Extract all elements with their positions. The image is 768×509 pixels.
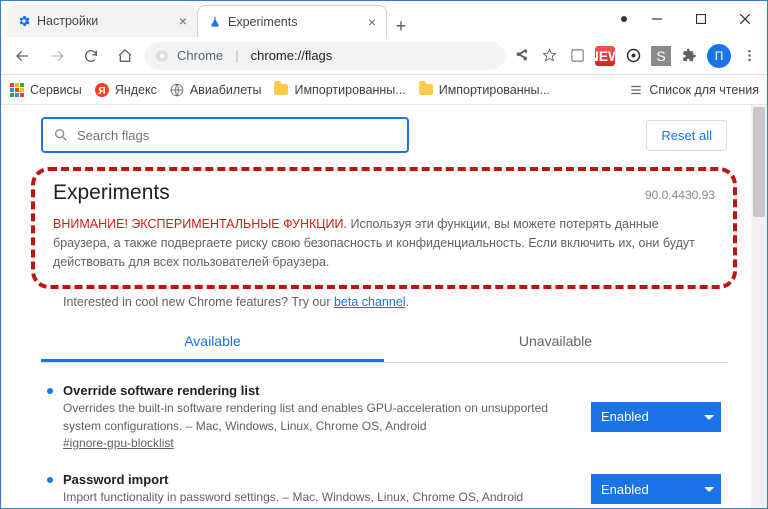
bookmark-label: Авиабилеты bbox=[190, 83, 262, 97]
reload-button[interactable] bbox=[77, 42, 105, 70]
url-separator: | bbox=[235, 48, 238, 63]
tab-available[interactable]: Available bbox=[41, 323, 384, 362]
flag-title: Password import bbox=[63, 472, 571, 487]
warning-text: ВНИМАНИЕ! ЭКСПЕРИМЕНТАЛЬНЫЕ ФУНКЦИИ. Исп… bbox=[53, 215, 715, 271]
flag-state-select[interactable]: Enabled bbox=[591, 402, 721, 432]
address-bar[interactable]: Chrome | chrome://flags bbox=[145, 42, 505, 70]
flags-tabs: Available Unavailable bbox=[41, 323, 727, 363]
flag-row: Password import Import functionality in … bbox=[41, 472, 727, 506]
bookmark-folder-2[interactable]: Импортированны... bbox=[418, 82, 550, 98]
tab-unavailable[interactable]: Unavailable bbox=[384, 323, 727, 362]
title-bar: Настройки × Experiments × + bbox=[1, 1, 767, 37]
star-icon[interactable] bbox=[539, 46, 559, 66]
yandex-icon: Я bbox=[94, 82, 110, 98]
chrome-icon bbox=[155, 49, 169, 63]
extension-circle-icon[interactable] bbox=[623, 46, 643, 66]
close-window-button[interactable] bbox=[723, 4, 767, 34]
browser-tab-settings[interactable]: Настройки × bbox=[7, 5, 197, 37]
account-dot-icon bbox=[621, 16, 627, 22]
svg-text:Я: Я bbox=[98, 86, 105, 97]
apps-icon bbox=[9, 82, 25, 98]
url-path: chrome://flags bbox=[251, 48, 333, 63]
reading-list[interactable]: Список для чтения bbox=[629, 83, 759, 97]
bookmark-label: Яндекс bbox=[115, 83, 157, 97]
page-content: Reset all Experiments 90.0.4430.93 ВНИМА… bbox=[1, 105, 767, 508]
reset-all-button[interactable]: Reset all bbox=[646, 120, 727, 151]
search-flags-input[interactable] bbox=[77, 128, 397, 143]
search-icon bbox=[53, 127, 69, 143]
beta-prompt: Interested in cool new Chrome features? … bbox=[63, 295, 727, 309]
bookmark-yandex[interactable]: Я Яндекс bbox=[94, 82, 157, 98]
bookmark-folder-1[interactable]: Импортированны... bbox=[273, 82, 405, 98]
reading-list-label: Список для чтения bbox=[649, 83, 759, 97]
beta-channel-link[interactable]: beta channel bbox=[334, 295, 406, 309]
menu-button[interactable] bbox=[739, 46, 759, 66]
extensions-puzzle-icon[interactable] bbox=[679, 46, 699, 66]
new-tab-button[interactable]: + bbox=[387, 16, 415, 37]
bookmarks-bar: Сервисы Я Яндекс Авиабилеты Импортирован… bbox=[1, 75, 767, 105]
window-controls bbox=[621, 1, 767, 37]
profile-avatar[interactable]: П bbox=[707, 44, 731, 68]
tab-strip: Настройки × Experiments × + bbox=[1, 1, 621, 37]
bookmark-services[interactable]: Сервисы bbox=[9, 82, 82, 98]
url-host: Chrome bbox=[177, 48, 223, 63]
home-button[interactable] bbox=[111, 42, 139, 70]
scrollbar[interactable] bbox=[751, 105, 767, 508]
flag-state-select[interactable]: Enabled bbox=[591, 474, 721, 504]
beta-text: Interested in cool new Chrome features? … bbox=[63, 295, 334, 309]
back-button[interactable] bbox=[9, 42, 37, 70]
flag-description: Import functionality in password setting… bbox=[63, 489, 571, 506]
bookmark-label: Сервисы bbox=[30, 83, 82, 97]
toolbar: Chrome | chrome://flags NEW S П bbox=[1, 37, 767, 75]
toolbar-icons: NEW S П bbox=[511, 44, 759, 68]
flag-hash-link[interactable]: #ignore-gpu-blocklist bbox=[63, 436, 174, 450]
bookmark-label: Импортированны... bbox=[294, 83, 405, 97]
new-badge-icon[interactable]: NEW bbox=[595, 46, 615, 66]
close-tab-icon[interactable]: × bbox=[179, 14, 187, 28]
folder-icon bbox=[273, 82, 289, 98]
folder-icon bbox=[418, 82, 434, 98]
maximize-button[interactable] bbox=[679, 4, 723, 34]
extension-s-icon[interactable]: S bbox=[651, 46, 671, 66]
bullet-icon bbox=[47, 477, 53, 483]
browser-tab-experiments[interactable]: Experiments × bbox=[197, 5, 387, 37]
search-flags-box[interactable] bbox=[41, 117, 409, 153]
minimize-button[interactable] bbox=[635, 4, 679, 34]
gear-icon bbox=[17, 14, 31, 28]
flag-description: Overrides the built-in software renderin… bbox=[63, 400, 571, 435]
bookmark-aviabilets[interactable]: Авиабилеты bbox=[169, 82, 262, 98]
flag-row: Override software rendering list Overrid… bbox=[41, 383, 727, 450]
page-title: Experiments bbox=[53, 181, 170, 205]
flask-icon bbox=[208, 15, 222, 29]
globe-icon bbox=[169, 82, 185, 98]
translate-icon[interactable] bbox=[567, 46, 587, 66]
scrollbar-thumb[interactable] bbox=[753, 107, 765, 217]
bullet-icon bbox=[47, 388, 53, 394]
browser-window: Настройки × Experiments × + bbox=[0, 0, 768, 509]
tab-title: Настройки bbox=[37, 14, 98, 28]
list-icon bbox=[629, 83, 643, 97]
flag-title: Override software rendering list bbox=[63, 383, 571, 398]
bookmark-label: Импортированны... bbox=[439, 83, 550, 97]
warning-highlight-box: Experiments 90.0.4430.93 ВНИМАНИЕ! ЭКСПЕ… bbox=[31, 167, 737, 289]
tab-title: Experiments bbox=[228, 15, 297, 29]
warning-lead: ВНИМАНИЕ! ЭКСПЕРИМЕНТАЛЬНЫЕ ФУНКЦИИ. bbox=[53, 217, 347, 231]
beta-suffix: . bbox=[406, 295, 409, 309]
close-tab-icon[interactable]: × bbox=[368, 15, 376, 29]
forward-button[interactable] bbox=[43, 42, 71, 70]
share-icon[interactable] bbox=[511, 46, 531, 66]
version-label: 90.0.4430.93 bbox=[645, 188, 715, 202]
